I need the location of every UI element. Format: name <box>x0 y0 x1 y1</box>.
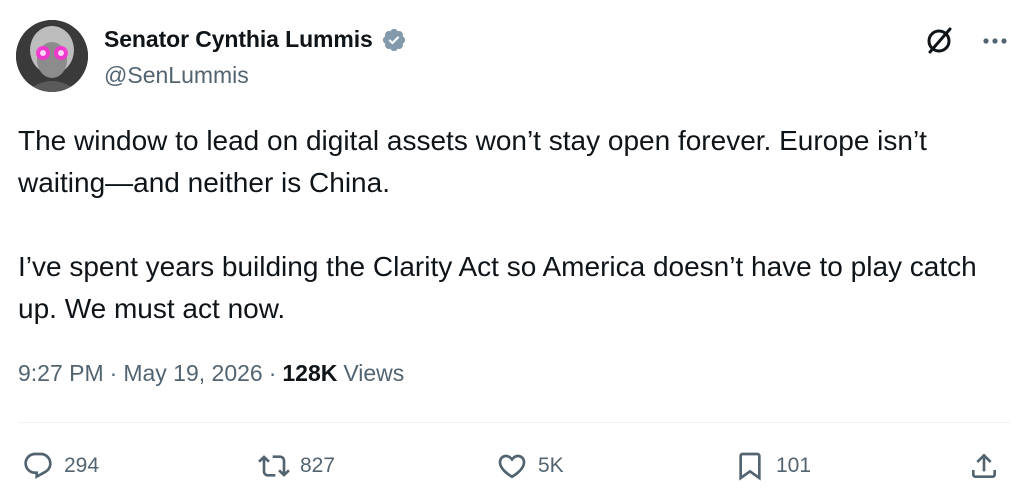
share-button[interactable] <box>968 444 1000 488</box>
tweet-paragraph-2: I’ve spent years building the Clarity Ac… <box>18 251 977 324</box>
avatar-image <box>16 20 88 92</box>
share-icon <box>968 450 1000 482</box>
avatar[interactable] <box>16 20 88 92</box>
divider <box>18 422 1010 423</box>
tweet-action-bar: 294 827 5K 101 <box>0 444 1024 488</box>
bookmark-count: 101 <box>776 454 812 477</box>
tweet-top-actions <box>922 24 1010 58</box>
author-name-row: Senator Cynthia Lummis <box>104 26 407 53</box>
author-handle[interactable]: @SenLummis <box>104 62 249 89</box>
views-label: Views <box>343 360 405 386</box>
tweet-text: The window to lead on digital assets won… <box>18 120 1008 330</box>
like-count: 5K <box>538 454 564 477</box>
views-count: 128K <box>282 360 338 386</box>
reply-icon <box>22 450 54 482</box>
grok-icon[interactable] <box>922 24 956 58</box>
repost-button[interactable]: 827 <box>258 444 335 488</box>
meta-separator: · <box>109 360 118 386</box>
tweet-paragraph-1: The window to lead on digital assets won… <box>18 125 927 198</box>
bookmark-button[interactable]: 101 <box>734 444 811 488</box>
reply-count: 294 <box>64 454 100 477</box>
meta-separator: · <box>268 360 277 386</box>
repost-count: 827 <box>300 454 336 477</box>
tweet-time[interactable]: 9:27 PM <box>18 360 104 387</box>
verified-badge-icon[interactable] <box>381 27 407 53</box>
tweet-date[interactable]: May 19, 2026 <box>123 360 262 387</box>
reply-button[interactable]: 294 <box>22 444 99 488</box>
author-display-name[interactable]: Senator Cynthia Lummis <box>104 26 373 53</box>
like-button[interactable]: 5K <box>496 444 564 488</box>
bookmark-icon <box>734 450 766 482</box>
repost-icon <box>258 450 290 482</box>
tweet-meta: 9:27 PM · May 19, 2026 · 128K Views <box>18 360 404 387</box>
more-icon[interactable] <box>980 26 1010 56</box>
like-icon <box>496 450 528 482</box>
